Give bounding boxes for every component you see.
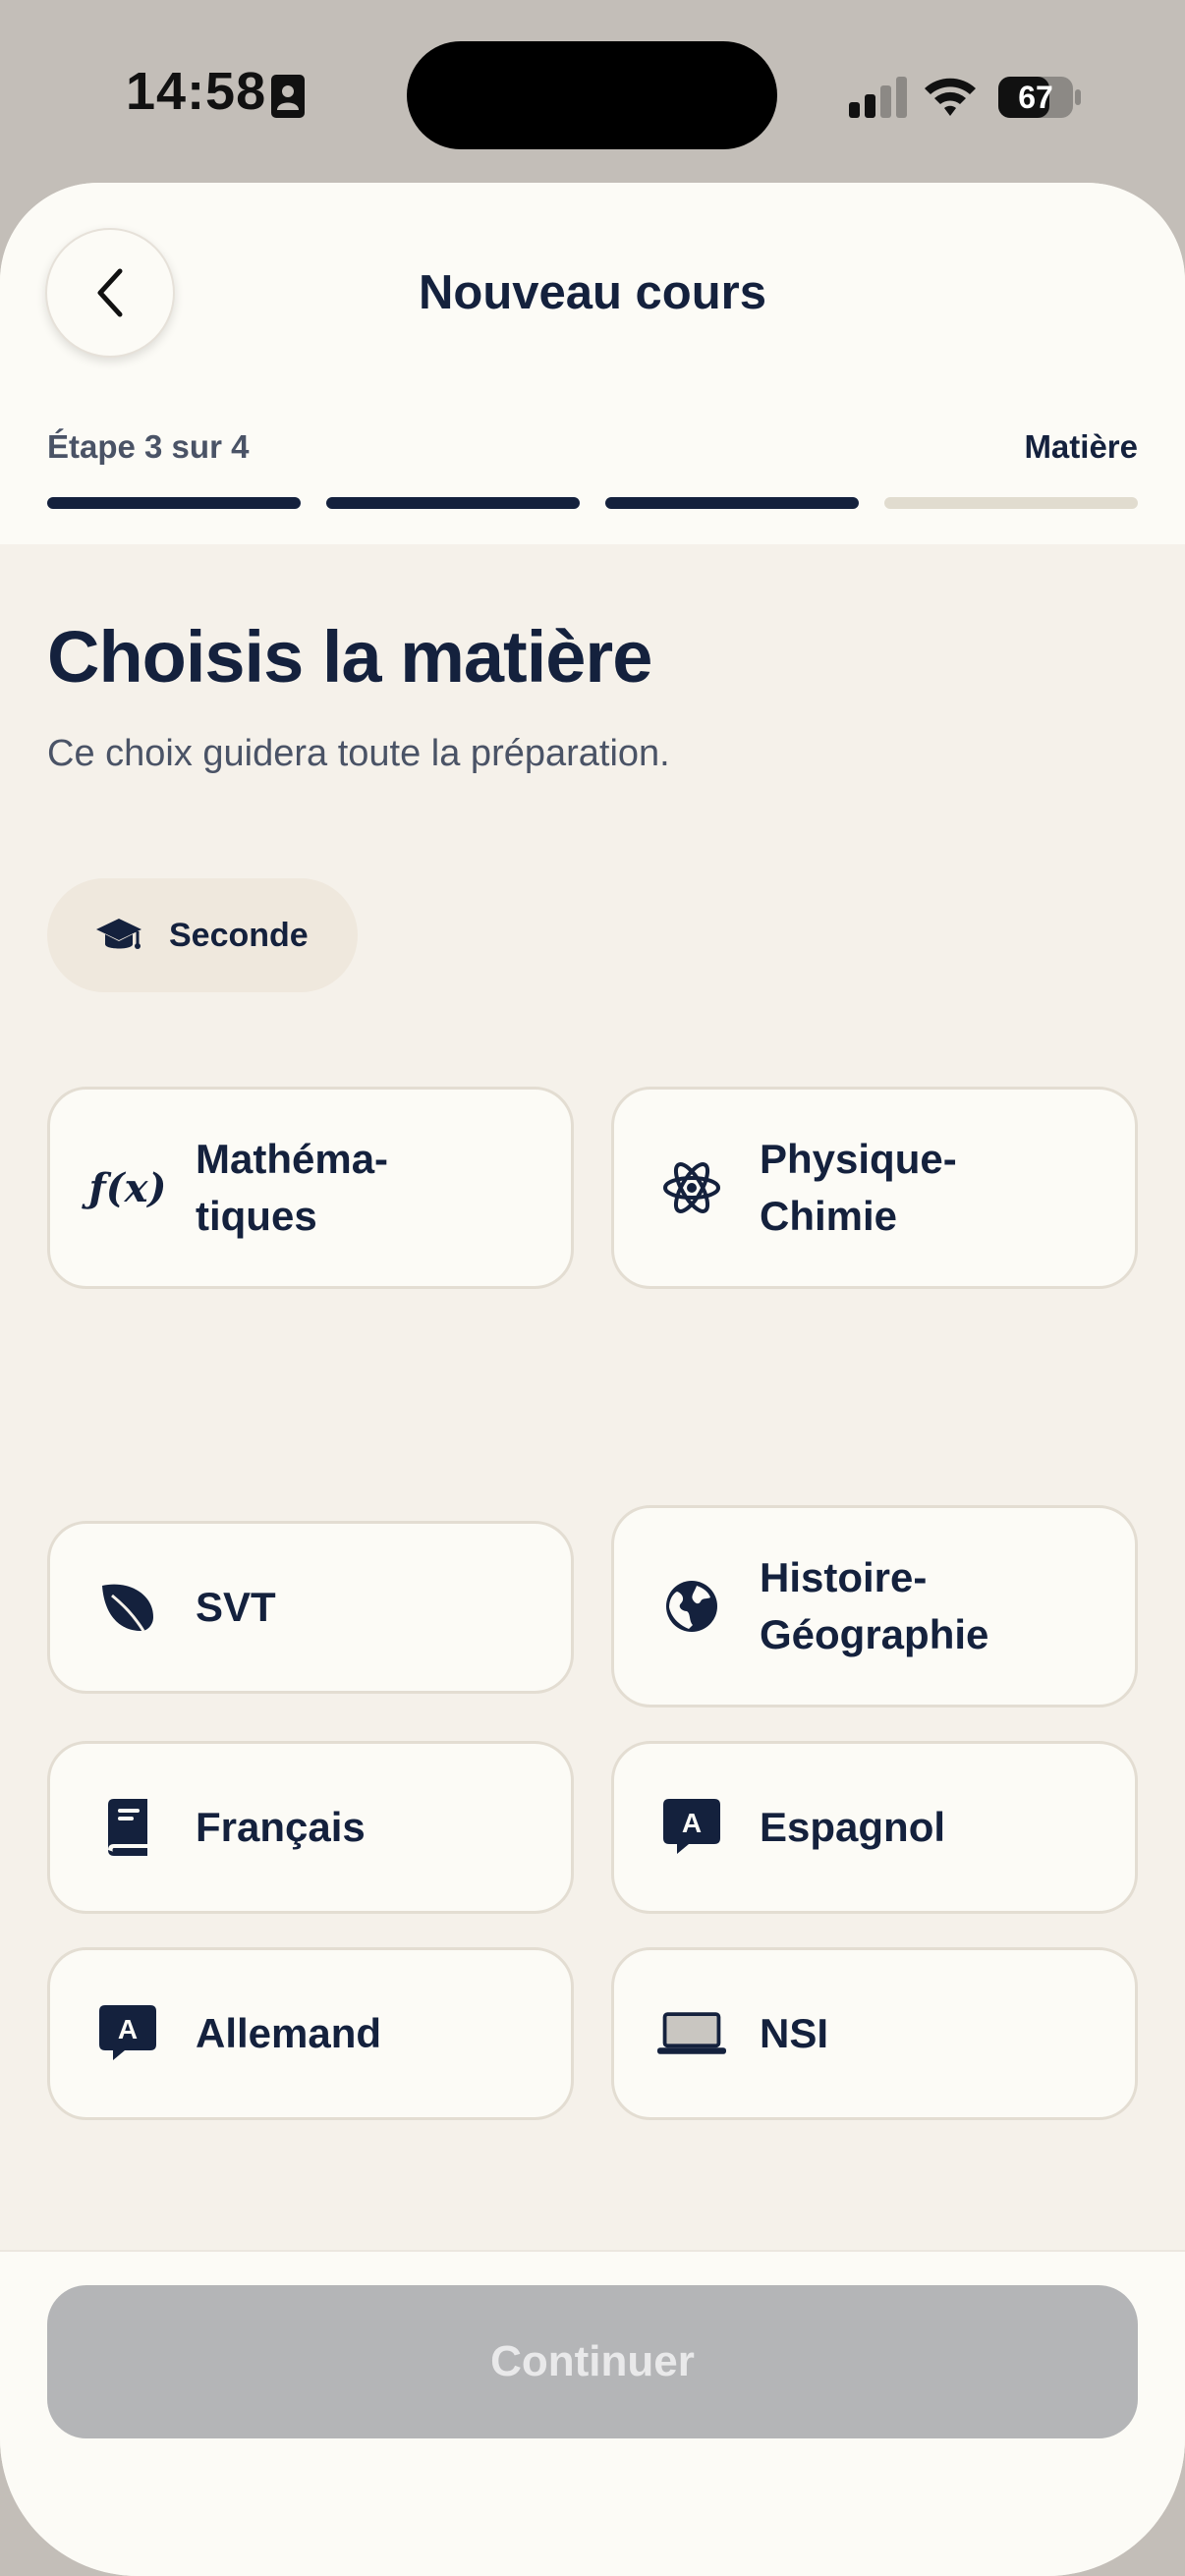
step-name: Matière: [1024, 428, 1138, 465]
page-title: Nouveau cours: [419, 266, 766, 319]
progress-segment-3: [605, 497, 859, 509]
language-bubble-icon: A: [657, 1793, 726, 1862]
function-icon: ƒ(x): [88, 1164, 167, 1211]
cellular-signal-icon: [849, 77, 907, 118]
book-icon: [93, 1793, 162, 1862]
globe-icon: [657, 1572, 726, 1641]
svg-text:A: A: [682, 1808, 702, 1838]
subject-card-espagnol[interactable]: A Espagnol: [611, 1741, 1138, 1914]
subject-card-physique-chimie[interactable]: Physique- Chimie: [611, 1087, 1138, 1289]
subject-card-histoire-geographie[interactable]: Histoire- Géographie: [611, 1505, 1138, 1708]
section-subheading: Ce choix guidera toute la préparation.: [47, 733, 670, 774]
subject-card-mathematiques[interactable]: ƒ(x) Mathéma- tiques: [47, 1087, 574, 1289]
battery-level: 67: [1018, 79, 1053, 115]
laptop-icon: [657, 1999, 726, 2068]
dynamic-island: [407, 41, 777, 149]
step-counter: Étape 3 sur 4: [47, 428, 250, 465]
progress-segment-4: [884, 497, 1138, 509]
header: Nouveau cours: [0, 183, 1185, 391]
footer: Continuer: [0, 2250, 1185, 2576]
level-chip-label: Seconde: [169, 916, 309, 954]
level-chip[interactable]: Seconde: [47, 878, 358, 992]
svg-text:A: A: [118, 2014, 138, 2044]
subject-label: Allemand: [196, 2010, 382, 2056]
subject-label: SVT: [196, 1584, 276, 1630]
status-time: 14:58: [126, 62, 267, 121]
contact-card-icon: [271, 75, 305, 118]
subject-label: Espagnol: [760, 1804, 946, 1850]
new-course-sheet: Nouveau cours Étape 3 sur 4 Matière Choi…: [0, 183, 1185, 2576]
section-heading: Choisis la matière: [47, 616, 652, 698]
subject-label: NSI: [760, 2010, 829, 2056]
subject-card-francais[interactable]: Français: [47, 1741, 574, 1914]
subject-label: Français: [196, 1804, 366, 1850]
subject-card-svt[interactable]: SVT: [47, 1521, 574, 1694]
subject-card-nsi[interactable]: NSI: [611, 1947, 1138, 2120]
subject-label: Mathéma- tiques: [196, 1136, 389, 1239]
atom-icon: [657, 1153, 726, 1222]
subject-label: Physique- Chimie: [760, 1136, 957, 1239]
step-progress: Étape 3 sur 4 Matière: [0, 389, 1185, 544]
progress-bars: [47, 497, 1138, 509]
leaf-icon: [93, 1573, 162, 1642]
status-bar: 14:58 67: [0, 0, 1185, 187]
progress-segment-2: [326, 497, 580, 509]
subject-label: Histoire- Géographie: [760, 1554, 989, 1657]
language-bubble-icon: A: [93, 1999, 162, 2068]
wifi-icon: [925, 78, 976, 116]
graduation-cap-icon: [96, 919, 141, 949]
subject-card-allemand[interactable]: A Allemand: [47, 1947, 574, 2120]
progress-segment-1: [47, 497, 301, 509]
battery-indicator: 67: [998, 77, 1081, 118]
continue-button[interactable]: Continuer: [47, 2285, 1138, 2438]
